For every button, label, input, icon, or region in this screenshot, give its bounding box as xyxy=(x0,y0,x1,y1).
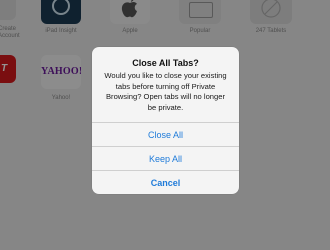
close-all-tabs-dialog: Close All Tabs? Would you like to close … xyxy=(92,47,239,194)
dialog-message-line: tabs before turning off Private xyxy=(115,81,216,91)
keep-all-button[interactable]: Keep All xyxy=(92,146,239,171)
dialog-message-line: Would you like to close your existing xyxy=(104,71,227,80)
dialog-title: Close All Tabs? xyxy=(132,58,199,68)
close-all-button[interactable]: Close All xyxy=(92,122,239,147)
cancel-button[interactable]: Cancel xyxy=(92,170,239,194)
dialog-message-line: be private. xyxy=(147,102,184,112)
dialog-message-line: Browsing? Open tabs will no longer xyxy=(105,92,226,102)
dialog-message: Would you like to close your existing ta… xyxy=(98,71,233,113)
